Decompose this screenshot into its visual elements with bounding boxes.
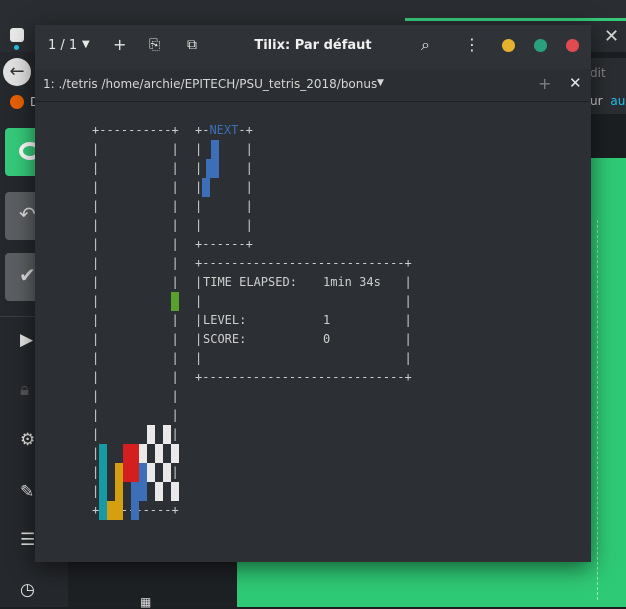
checker-block — [147, 425, 155, 444]
checker-block — [139, 444, 147, 463]
stack-icon[interactable]: ☰ — [20, 530, 35, 550]
checker-block — [171, 482, 179, 501]
tab-label[interactable]: ur — [590, 94, 603, 108]
level-label: LEVEL: — [203, 313, 247, 327]
stack-block-blue — [139, 463, 147, 501]
terminal-area[interactable]: +----------+ | | | | | | | | | | | | | |… — [35, 102, 591, 562]
background-accent-strip — [405, 18, 626, 21]
checker-block — [163, 463, 171, 482]
score-label: SCORE: — [203, 332, 247, 346]
terminal-close-icon[interactable]: ✕ — [569, 74, 582, 92]
background-tab-bar: ur au — [590, 88, 626, 114]
next-piece-block — [202, 178, 210, 197]
checker-block — [171, 444, 179, 463]
gear-icon[interactable]: ⚙ — [20, 430, 35, 450]
close-window-icon[interactable] — [566, 39, 579, 52]
tab-app-icon[interactable]: au — [610, 94, 625, 108]
terminal-add-icon[interactable]: + — [538, 74, 551, 93]
level-value: 1 — [323, 313, 331, 327]
background-close-icon[interactable]: ✕ — [604, 26, 619, 47]
menu-icon[interactable]: ⋮ — [464, 35, 480, 55]
terminal-titlebar: 1: ./tetris /home/archie/EPITECH/PSU_tet… — [35, 69, 591, 102]
score-value: 0 — [323, 332, 331, 346]
checker-block — [155, 444, 163, 463]
next-piece-block — [211, 140, 219, 159]
next-label: NEXT — [209, 123, 239, 137]
stack-block-teal — [99, 444, 107, 520]
notification-dot-icon — [14, 45, 19, 50]
time-elapsed-label: TIME ELAPSED: — [203, 275, 297, 289]
stack-block-red — [123, 444, 139, 482]
undo-icon: ↶ — [19, 202, 36, 226]
search-icon[interactable]: ⌕ — [421, 35, 430, 55]
titlebar: 1 / 1 ▼ + ⎘ ⧉ Tilix: Par défaut ⌕ ⋮ — [35, 25, 591, 69]
background-panel: ▦ — [68, 565, 237, 609]
edit-label[interactable]: dit — [590, 66, 606, 80]
stack-block-blue — [131, 482, 139, 520]
lock-icon[interactable] — [10, 28, 24, 42]
browser-tab-icon[interactable] — [10, 95, 24, 109]
maximize-icon[interactable] — [534, 39, 547, 52]
checker-block — [163, 425, 171, 444]
tilix-window: 1 / 1 ▼ + ⎘ ⧉ Tilix: Par défaut ⌕ ⋮ 1: .… — [35, 25, 591, 562]
terminal-menu-icon[interactable]: ▼ — [377, 78, 384, 88]
check-icon: ✔ — [19, 263, 36, 287]
time-elapsed-value: 1min 34s — [323, 275, 381, 289]
padlock-icon[interactable]: 🔒︎ — [20, 380, 29, 400]
back-arrow-icon[interactable]: ← — [3, 58, 31, 86]
canvas-guide — [597, 220, 599, 600]
checker-block — [147, 463, 155, 482]
checker-block — [155, 482, 163, 501]
falling-piece — [171, 292, 179, 311]
next-piece-block — [206, 159, 219, 178]
play-icon[interactable]: ▶ — [20, 330, 33, 350]
background-edit-bar: dit — [590, 58, 626, 88]
terminal-title[interactable]: 1: ./tetris /home/archie/EPITECH/PSU_tet… — [43, 77, 377, 91]
minimize-icon[interactable] — [502, 39, 515, 52]
brush-icon[interactable]: ✎ — [20, 482, 34, 502]
stack-block-yellow — [115, 463, 123, 501]
clock-icon[interactable]: ◷ — [20, 580, 35, 600]
stack-block-yellow — [107, 501, 123, 520]
